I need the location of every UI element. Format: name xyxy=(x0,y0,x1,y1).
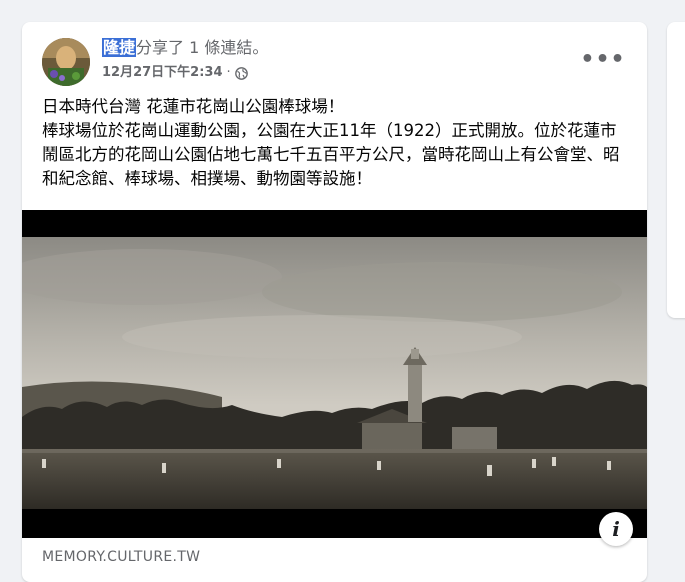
post-timestamp[interactable]: 12月27日下午2:34 xyxy=(102,64,223,82)
post-header: 隆捷分享了 1 條連結。 12月27日下午2:34 · ••• xyxy=(42,38,631,88)
author-avatar[interactable] xyxy=(42,38,90,86)
post-card: 隆捷分享了 1 條連結。 12月27日下午2:34 · ••• 日本時代台灣 花… xyxy=(22,22,647,582)
info-button[interactable]: i xyxy=(599,512,633,546)
info-icon: i xyxy=(612,517,620,541)
post-meta: 12月27日下午2:34 · xyxy=(102,64,248,82)
right-column-card xyxy=(667,22,685,318)
post-message: 日本時代台灣 花蓮市花崗山公園棒球場！ 棒球場位於花崗山運動公園，公園在大正11… xyxy=(42,95,632,191)
post-text-line: 棒球場位於花崗山運動公園，公園在大正11年（1922）正式開放。位於花蓮市鬧區北… xyxy=(42,121,620,188)
link-preview-image[interactable]: i xyxy=(22,210,647,546)
author-name[interactable]: 隆捷 xyxy=(102,38,137,57)
share-action-text: 分享了 1 條連結。 xyxy=(136,38,269,57)
avatar-photo xyxy=(42,38,90,86)
link-domain[interactable]: MEMORY.CULTURE.TW xyxy=(42,549,200,565)
author-line: 隆捷分享了 1 條連結。 xyxy=(102,38,268,58)
more-options-button[interactable]: ••• xyxy=(580,42,624,78)
post-text-line: 日本時代台灣 花蓮市花崗山公園棒球場！ xyxy=(42,97,345,116)
historic-photo xyxy=(22,237,647,509)
meta-separator: · xyxy=(226,65,231,80)
globe-icon[interactable] xyxy=(234,66,248,80)
more-dots-icon: ••• xyxy=(580,47,626,72)
